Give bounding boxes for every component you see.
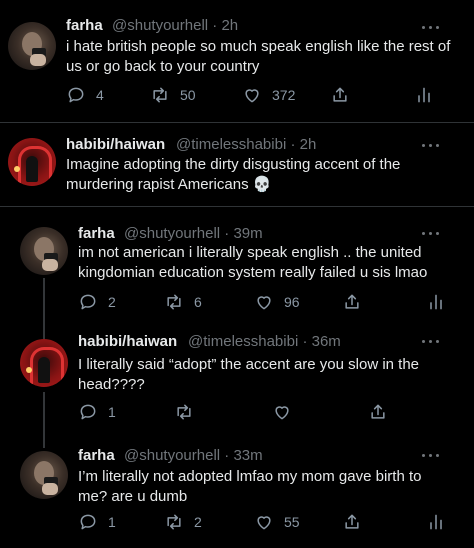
retweet-icon xyxy=(167,514,181,530)
avatar[interactable] xyxy=(8,22,56,70)
like-icon xyxy=(257,516,271,530)
reply-button[interactable]: 1 xyxy=(78,510,116,534)
share-button[interactable] xyxy=(342,290,362,314)
author-handle-time[interactable]: @shutyourhell · 39m xyxy=(124,225,263,242)
retweet-icon xyxy=(153,87,167,103)
retweet-button[interactable]: 50 xyxy=(150,83,196,107)
retweet-icon xyxy=(167,294,181,310)
share-button[interactable] xyxy=(342,510,362,534)
like-button[interactable]: 55 xyxy=(254,510,300,534)
more-icon[interactable] xyxy=(422,453,440,459)
analytics-button[interactable] xyxy=(426,290,446,314)
tweet[interactable]: habibi/haiwan @timelesshabibi · 36m I li… xyxy=(0,319,474,431)
share-button[interactable] xyxy=(368,400,388,424)
like-count: 96 xyxy=(284,294,300,310)
avatar[interactable] xyxy=(20,339,68,387)
reply-icon xyxy=(80,404,96,420)
reply-icon xyxy=(80,294,96,310)
reply-icon xyxy=(80,514,96,530)
like-icon xyxy=(245,89,259,103)
retweet-button[interactable] xyxy=(174,400,194,424)
reply-button[interactable]: 2 xyxy=(78,290,116,314)
share-icon xyxy=(345,514,359,529)
tweet-text: i hate british people so much speak engl… xyxy=(66,38,451,75)
share-icon xyxy=(333,87,347,102)
more-icon[interactable] xyxy=(422,25,440,31)
retweet-icon xyxy=(177,404,191,420)
avatar[interactable] xyxy=(8,138,56,186)
author-name[interactable]: farha xyxy=(78,225,115,242)
tweet[interactable]: farha @shutyourhell · 33m I’m literally … xyxy=(0,431,474,548)
more-icon[interactable] xyxy=(422,231,440,237)
tweet-actions: 4 50 372 xyxy=(66,83,466,107)
retweet-count: 50 xyxy=(180,87,196,103)
analytics-icon xyxy=(430,514,442,530)
share-icon xyxy=(345,294,359,309)
retweet-button[interactable]: 6 xyxy=(164,290,202,314)
like-count: 55 xyxy=(284,514,300,530)
retweet-count: 6 xyxy=(194,294,202,310)
tweet-text: I literally said “adopt” the accent are … xyxy=(78,356,420,393)
tweet-text: im not american i literally speak englis… xyxy=(78,244,428,281)
tweet-text: I’m literally not adopted lmfao my mom g… xyxy=(78,468,422,505)
reply-count: 2 xyxy=(108,294,116,310)
reply-icon xyxy=(68,87,84,103)
retweet-count: 2 xyxy=(194,514,202,530)
share-button[interactable] xyxy=(330,83,350,107)
tweet[interactable]: habibi/haiwan @timelesshabibi · 2h Imagi… xyxy=(0,123,474,206)
author-handle-time[interactable]: @timelesshabibi · 36m xyxy=(188,333,341,350)
author-name[interactable]: habibi/haiwan xyxy=(78,333,177,350)
author-handle-time[interactable]: @shutyourhell · 2h xyxy=(112,17,238,34)
analytics-button[interactable] xyxy=(414,83,434,107)
reply-count: 4 xyxy=(96,87,104,103)
analytics-icon xyxy=(430,294,442,310)
author-name[interactable]: habibi/haiwan xyxy=(66,136,165,153)
tweet-actions: 1 2 55 xyxy=(78,510,458,534)
like-icon xyxy=(275,406,289,420)
author-handle-time[interactable]: @shutyourhell · 33m xyxy=(124,447,263,464)
analytics-icon xyxy=(418,87,430,103)
tweet[interactable]: farha @shutyourhell · 2h i hate british … xyxy=(0,0,474,122)
reply-count: 1 xyxy=(108,514,116,530)
reply-count: 1 xyxy=(108,404,116,420)
avatar[interactable] xyxy=(20,227,68,275)
share-icon xyxy=(371,404,385,419)
author-name[interactable]: farha xyxy=(78,447,115,464)
reply-button[interactable]: 1 xyxy=(78,400,116,424)
reply-button[interactable]: 4 xyxy=(66,83,104,107)
author-handle-time[interactable]: @timelesshabibi · 2h xyxy=(176,136,316,153)
author-name[interactable]: farha xyxy=(66,17,103,34)
analytics-button[interactable] xyxy=(426,510,446,534)
tweet-text: Imagine adopting the dirty disgusting ac… xyxy=(66,156,401,193)
tweet[interactable]: farha @shutyourhell · 39m im not america… xyxy=(0,207,474,319)
tweet-actions: 2 6 96 xyxy=(78,290,458,314)
like-icon xyxy=(257,296,271,310)
tweet-actions: 1 xyxy=(78,400,458,424)
retweet-button[interactable]: 2 xyxy=(164,510,202,534)
like-button[interactable]: 96 xyxy=(254,290,300,314)
like-button[interactable] xyxy=(272,400,292,424)
like-count: 372 xyxy=(272,87,296,103)
more-icon[interactable] xyxy=(422,339,440,345)
like-button[interactable]: 372 xyxy=(242,83,295,107)
more-icon[interactable] xyxy=(422,143,440,149)
avatar[interactable] xyxy=(20,451,68,499)
